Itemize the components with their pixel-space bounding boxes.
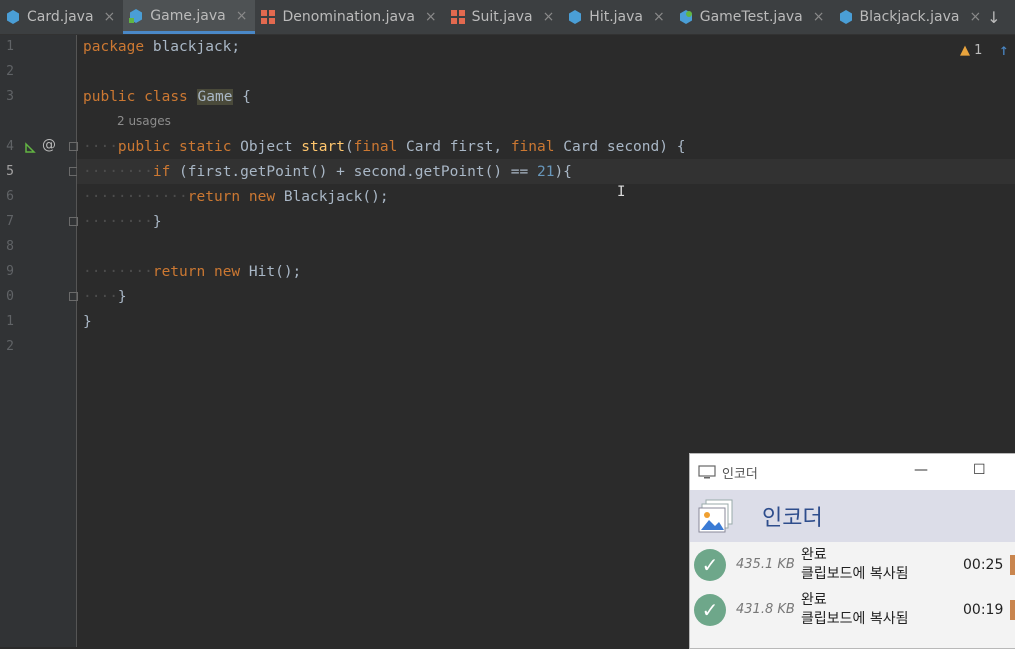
line-number: 2 [6,339,14,354]
code-line-3[interactable]: public class Game { [83,85,251,110]
class-icon [129,8,143,23]
thumbnail-icon[interactable] [1010,554,1015,575]
close-icon[interactable]: × [104,9,116,25]
status-text: 완료 클립보드에 복사됨 [801,546,909,582]
line-number: 4 [6,139,14,154]
minimize-button[interactable]: — [914,462,928,478]
close-icon[interactable]: × [543,9,555,25]
code-line-6[interactable]: ············return new Blackjack(); [83,185,389,210]
tab-label: Denomination.java [282,9,415,25]
code-line-10[interactable]: ····} [83,285,127,310]
tab-blackjack-java[interactable]: Blackjack.java × ↓ [833,0,1009,34]
close-icon[interactable]: × [653,9,665,25]
line-number: 3 [6,89,14,104]
code-line-9[interactable]: ········return new Hit(); [83,260,301,285]
tab-label: GameTest.java [699,9,803,25]
line-number: 9 [6,264,14,279]
thumbnail-icon[interactable] [1010,599,1015,620]
file-size: 431.8 KB [736,602,795,617]
tab-game-java[interactable]: Game.java × [123,0,256,34]
test-class-icon [679,10,692,24]
duration: 00:19 [963,601,1004,618]
line-number: 2 [6,64,14,79]
text-cursor-icon: I [617,184,626,200]
window-titlebar: 인코더 — ☐ [690,454,1015,490]
usages-hint[interactable]: 2 usages [117,114,171,128]
line-number: 1 [6,39,14,54]
tab-gametest-java[interactable]: GameTest.java × [673,0,833,34]
code-line-7[interactable]: ········} [83,210,162,235]
close-icon[interactable]: × [236,8,248,24]
enum-icon [450,10,465,24]
warning-count: 1 [974,43,983,58]
enum-icon [261,10,276,24]
tab-label: Hit.java [589,9,643,25]
line-number: 1 [6,314,14,329]
line-number: 0 [6,289,14,304]
list-item[interactable]: ✓ 431.8 KB 완료 클립보드에 복사됨 00:19 [690,587,1015,632]
code-line-5[interactable]: ········if (first.getPoint() + second.ge… [83,160,572,185]
implemented-icon[interactable] [23,141,37,155]
tab-label: Game.java [150,7,226,24]
editor-tab-bar: Card.java × Game.java × Denomination.jav… [0,0,1015,35]
line-number: 5 [6,164,14,179]
tab-hit-java[interactable]: Hit.java × [562,0,672,34]
annotation-icon[interactable]: @ [42,137,56,153]
fold-icon[interactable] [69,142,78,151]
check-icon: ✓ [694,548,726,581]
class-icon [839,10,852,24]
arrow-up-icon[interactable]: ↑ [999,40,1009,59]
tab-label: Suit.java [471,9,533,25]
encoder-header: 인코더 [690,490,1015,542]
fold-icon[interactable] [69,292,78,301]
class-icon [7,10,19,24]
images-icon [698,499,733,533]
class-icon [569,10,582,24]
fold-icon[interactable] [69,217,78,226]
list-item[interactable]: ✓ 435.1 KB 완료 클립보드에 복사됨 00:25 [690,542,1015,587]
status-text: 완료 클립보드에 복사됨 [801,591,909,627]
close-icon[interactable]: × [813,9,825,25]
highlighted-identifier: Game [196,89,234,105]
close-icon[interactable]: × [969,9,981,25]
encoder-window: 인코더 — ☐ 인코더 ✓ 435.1 KB 완료 클립보드에 복사됨 00:2… [689,453,1015,649]
maximize-button[interactable]: ☐ [973,462,986,478]
tab-suit-java[interactable]: Suit.java × [445,0,563,34]
line-number: 7 [6,214,14,229]
tab-label: Card.java [27,9,94,25]
monitor-icon [698,465,716,479]
close-icon[interactable]: × [425,9,437,25]
code-line-11[interactable]: } [83,310,92,335]
tab-label: Blackjack.java [859,9,960,25]
check-icon: ✓ [694,593,726,626]
line-number: 6 [6,189,14,204]
editor-gutter: 1 2 3 4 5 6 7 8 9 0 1 2 @ [0,35,78,647]
warning-icon: ▲ [960,43,970,58]
code-line-4[interactable]: ····public static Object start(final Car… [83,135,685,160]
code-line-1[interactable]: package blackjack; [83,35,240,60]
tab-denomination-java[interactable]: Denomination.java × [255,0,444,34]
inspection-widget[interactable]: ▲ 1 [960,43,982,58]
file-size: 435.1 KB [736,557,795,572]
duration: 00:25 [963,556,1004,573]
header-title: 인코더 [762,506,823,531]
window-title: 인코더 [722,466,758,482]
tab-overflow-icon[interactable]: ↓ [987,8,1000,27]
tab-card-java[interactable]: Card.java × [0,0,123,34]
line-number: 8 [6,239,14,254]
